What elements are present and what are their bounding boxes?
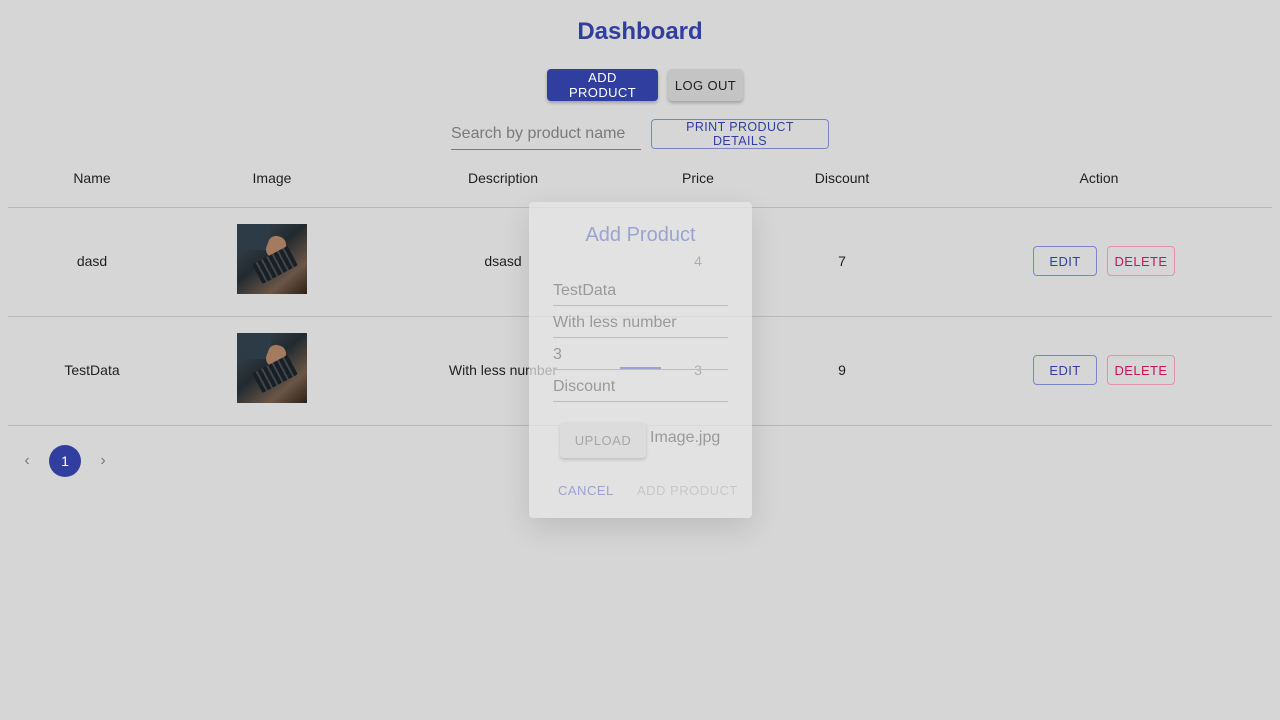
discount-field-placeholder: Discount	[553, 378, 616, 395]
product-name: TestData	[64, 362, 120, 378]
product-image	[237, 333, 307, 403]
chevron-right-icon[interactable]: ›	[93, 452, 113, 470]
file-name: Image.jpg	[650, 429, 721, 446]
logout-button[interactable]: LOG OUT	[668, 69, 743, 101]
column-header-description: Description	[467, 170, 539, 186]
page-title: Dashboard	[577, 18, 703, 45]
dialog-title: Add Product	[585, 224, 696, 246]
chevron-left-icon[interactable]: ‹	[17, 452, 37, 470]
product-description: dsasd	[484, 253, 522, 269]
edit-button[interactable]: EDIT	[1033, 355, 1097, 385]
column-header-image: Image	[252, 170, 292, 186]
delete-button[interactable]: DELETE	[1107, 246, 1175, 276]
description-field[interactable]: With less number	[553, 308, 728, 338]
add-product-button[interactable]: ADD PRODUCT	[547, 69, 658, 101]
print-product-details-button[interactable]: PRINT PRODUCT DETAILS	[651, 119, 829, 149]
loading-indicator	[620, 367, 661, 369]
search-input[interactable]	[451, 120, 641, 148]
column-header-name: Name	[73, 170, 111, 186]
product-image	[237, 224, 307, 294]
description-field-value: With less number	[553, 314, 677, 331]
discount-field[interactable]: Discount	[553, 372, 728, 402]
upload-button[interactable]: UPLOAD	[560, 422, 646, 458]
column-header-action: Action	[1079, 170, 1119, 186]
pagination-page-1[interactable]: 1	[49, 445, 81, 477]
cancel-button[interactable]: CANCEL	[558, 483, 614, 498]
product-discount: 9	[838, 362, 846, 378]
column-header-price: Price	[682, 170, 714, 186]
price-field[interactable]: 3	[553, 340, 728, 370]
submit-add-product-button[interactable]: ADD PRODUCT	[637, 483, 738, 498]
edit-button[interactable]: EDIT	[1033, 246, 1097, 276]
search-field[interactable]	[451, 120, 641, 150]
add-product-dialog: Add Product TestData With less number 3 …	[529, 202, 752, 518]
product-discount: 7	[838, 253, 846, 269]
name-field-value: TestData	[553, 282, 617, 299]
product-name: dasd	[76, 253, 108, 269]
price-field-value: 3	[553, 346, 562, 363]
delete-button[interactable]: DELETE	[1107, 355, 1175, 385]
name-field[interactable]: TestData	[553, 276, 728, 306]
column-header-discount: Discount	[814, 170, 870, 186]
